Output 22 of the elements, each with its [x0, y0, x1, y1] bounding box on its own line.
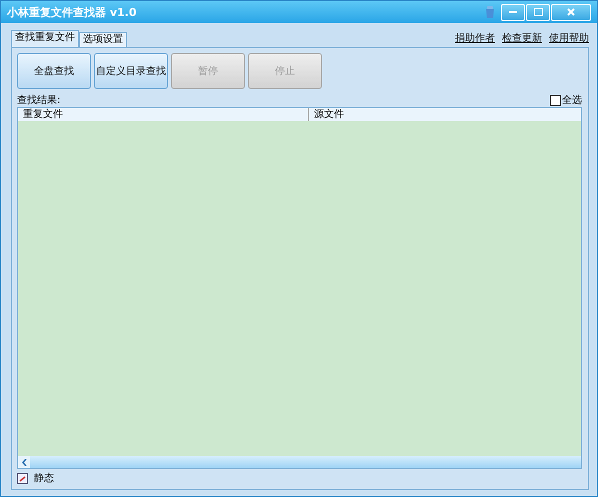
tab[interactable]: 查找重复文件: [11, 30, 79, 47]
checkbox-label: 全选: [562, 94, 582, 107]
link[interactable]: 使用帮助: [549, 31, 589, 45]
action-button[interactable]: 自定义目录查找: [94, 53, 168, 89]
maximize-button[interactable]: [526, 4, 550, 20]
window-title: 小林重复文件查找器 v1.0: [7, 4, 138, 20]
maximize-icon: [534, 8, 542, 16]
link[interactable]: 检查更新: [502, 31, 542, 45]
tab[interactable]: 选项设置: [79, 32, 127, 47]
status-text: 静态: [34, 472, 54, 485]
close-button[interactable]: [551, 4, 591, 20]
column-header[interactable]: 源文件: [308, 108, 581, 121]
results-label: 查找结果:: [17, 94, 60, 107]
minimize-button[interactable]: [501, 4, 525, 20]
horizontal-scrollbar[interactable]: [18, 456, 581, 468]
select-all-checkbox[interactable]: [550, 94, 561, 106]
action-button[interactable]: 全盘查找: [17, 53, 91, 89]
close-icon: [567, 8, 575, 16]
minimize-icon: [509, 10, 517, 14]
link[interactable]: 捐助作者: [455, 31, 495, 45]
document-icon: [17, 472, 28, 484]
column-header[interactable]: 重复文件: [18, 108, 309, 121]
